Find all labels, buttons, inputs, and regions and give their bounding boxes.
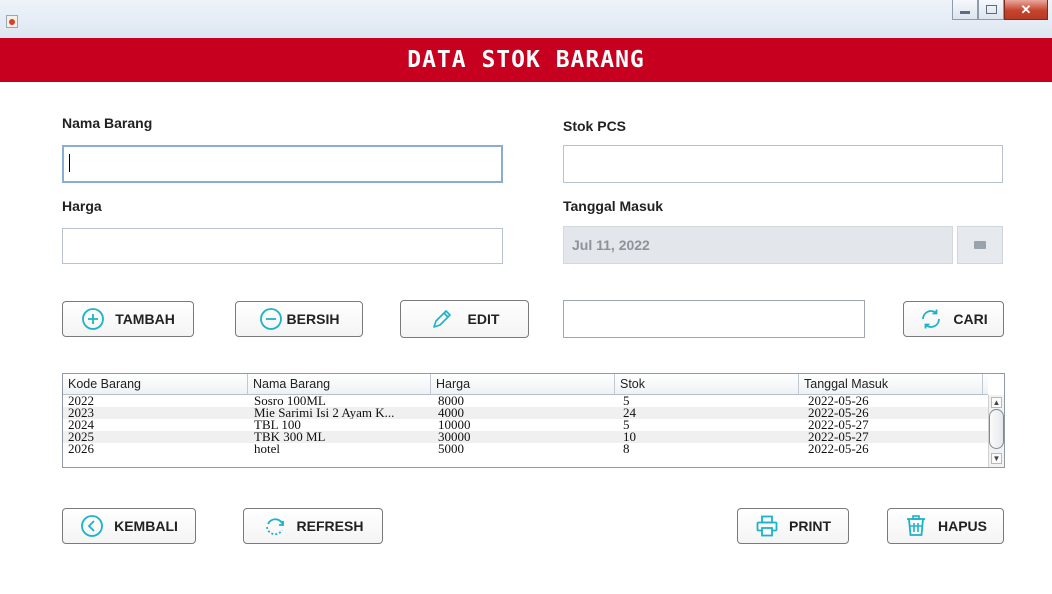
- table-cell: 8: [623, 443, 630, 455]
- table-cell: 30000: [438, 431, 471, 443]
- cari-label: CARI: [953, 311, 988, 327]
- page-header: DATA STOK BARANG: [0, 38, 1052, 82]
- scrollbar-thumb[interactable]: [989, 409, 1004, 449]
- maximize-icon: [985, 5, 997, 14]
- minus-circle-icon: [259, 307, 283, 331]
- column-header-filler: [983, 374, 988, 394]
- table-cell: 5000: [438, 443, 464, 455]
- nama-barang-label: Nama Barang: [62, 115, 153, 131]
- print-label: PRINT: [789, 518, 831, 534]
- scroll-down-icon[interactable]: ▼: [991, 453, 1002, 464]
- close-icon: ✕: [1020, 1, 1032, 17]
- table-row[interactable]: 2026 hotel 5000 8 2022-05-26: [63, 443, 988, 455]
- search-input[interactable]: [563, 300, 865, 338]
- table-row[interactable]: 2022 Sosro 100ML 8000 5 2022-05-26: [63, 395, 988, 407]
- print-button[interactable]: PRINT: [737, 508, 849, 544]
- table-body: 2022 Sosro 100ML 8000 5 2022-05-26 2023 …: [63, 395, 988, 455]
- search-refresh-icon: [919, 307, 943, 331]
- column-header-harga[interactable]: Harga: [431, 374, 615, 394]
- window-titlebar: ✕: [0, 0, 1052, 39]
- pencil-icon: [430, 307, 454, 331]
- trash-icon: [904, 514, 928, 538]
- page-title: DATA STOK BARANG: [407, 47, 645, 73]
- harga-label: Harga: [62, 198, 102, 214]
- table-cell: Mie Sarimi Isi 2 Ayam K...: [254, 407, 395, 419]
- table-cell: 2022: [68, 395, 94, 407]
- scroll-up-icon[interactable]: ▲: [991, 397, 1002, 408]
- java-app-icon: [6, 15, 18, 28]
- table-cell: 5: [623, 395, 630, 407]
- nama-barang-input[interactable]: [62, 145, 503, 183]
- table-row[interactable]: 2024 TBL 100 10000 5 2022-05-27: [63, 419, 988, 431]
- bersih-label: BERSIH: [286, 311, 340, 327]
- column-header-nama-barang[interactable]: Nama Barang: [248, 374, 431, 394]
- stok-pcs-input[interactable]: [563, 145, 1003, 183]
- table-cell: Sosro 100ML: [254, 395, 326, 407]
- table-cell: 8000: [438, 395, 464, 407]
- tanggal-masuk-label: Tanggal Masuk: [563, 198, 664, 214]
- cari-button[interactable]: CARI: [903, 301, 1004, 337]
- table-cell: TBK 300 ML: [254, 431, 326, 443]
- harga-input[interactable]: [62, 228, 503, 264]
- kembali-button[interactable]: KEMBALI: [62, 508, 196, 544]
- table-cell: 2024: [68, 419, 94, 431]
- printer-icon: [755, 514, 779, 538]
- table-cell: 2022-05-27: [808, 419, 869, 431]
- date-picker-button[interactable]: [957, 226, 1003, 264]
- table-header: Kode Barang Nama Barang Harga Stok Tangg…: [63, 374, 988, 395]
- hapus-label: HAPUS: [937, 518, 987, 534]
- column-header-tanggal-masuk[interactable]: Tanggal Masuk: [799, 374, 983, 394]
- table-scrollbar[interactable]: ▲ ▼: [988, 395, 1004, 467]
- refresh-button[interactable]: REFRESH: [243, 508, 383, 544]
- table-cell: hotel: [254, 443, 280, 455]
- edit-label: EDIT: [467, 311, 500, 327]
- table-cell: 2022-05-26: [808, 443, 869, 455]
- window-controls: ✕: [952, 0, 1048, 22]
- table-cell: 2023: [68, 407, 94, 419]
- table-cell: TBL 100: [254, 419, 301, 431]
- table-cell: 5: [623, 419, 630, 431]
- table-row[interactable]: 2023 Mie Sarimi Isi 2 Ayam K... 4000 24 …: [63, 407, 988, 419]
- kembali-label: KEMBALI: [114, 518, 178, 534]
- table-cell: 2022-05-26: [808, 395, 869, 407]
- table-cell: 2025: [68, 431, 94, 443]
- table-cell: 4000: [438, 407, 464, 419]
- minimize-icon: [960, 11, 970, 14]
- stok-table[interactable]: Kode Barang Nama Barang Harga Stok Tangg…: [62, 373, 1005, 468]
- maximize-button[interactable]: [978, 0, 1004, 20]
- plus-circle-icon: [81, 307, 105, 331]
- edit-button[interactable]: EDIT: [400, 300, 529, 338]
- table-cell: 10000: [438, 419, 471, 431]
- table-cell: 24: [623, 407, 636, 419]
- tanggal-masuk-field[interactable]: Jul 11, 2022: [563, 226, 953, 264]
- table-row[interactable]: 2025 TBK 300 ML 30000 10 2022-05-27: [63, 431, 988, 443]
- refresh-label: REFRESH: [296, 518, 364, 534]
- back-arrow-circle-icon: [80, 514, 104, 538]
- table-cell: 10: [623, 431, 636, 443]
- tambah-button[interactable]: TAMBAH: [62, 301, 194, 337]
- close-button[interactable]: ✕: [1004, 0, 1048, 20]
- text-caret: [69, 154, 70, 172]
- calendar-icon: [974, 241, 986, 249]
- tambah-label: TAMBAH: [115, 311, 175, 327]
- minimize-button[interactable]: [952, 0, 978, 20]
- table-cell: 2022-05-27: [808, 431, 869, 443]
- table-cell: 2022-05-26: [808, 407, 869, 419]
- table-cell: 2026: [68, 443, 94, 455]
- column-header-kode-barang[interactable]: Kode Barang: [63, 374, 248, 394]
- hapus-button[interactable]: HAPUS: [887, 508, 1004, 544]
- stok-pcs-label: Stok PCS: [563, 118, 627, 134]
- bersih-button[interactable]: BERSIH: [235, 301, 363, 337]
- refresh-icon: [263, 514, 287, 538]
- column-header-stok[interactable]: Stok: [615, 374, 799, 394]
